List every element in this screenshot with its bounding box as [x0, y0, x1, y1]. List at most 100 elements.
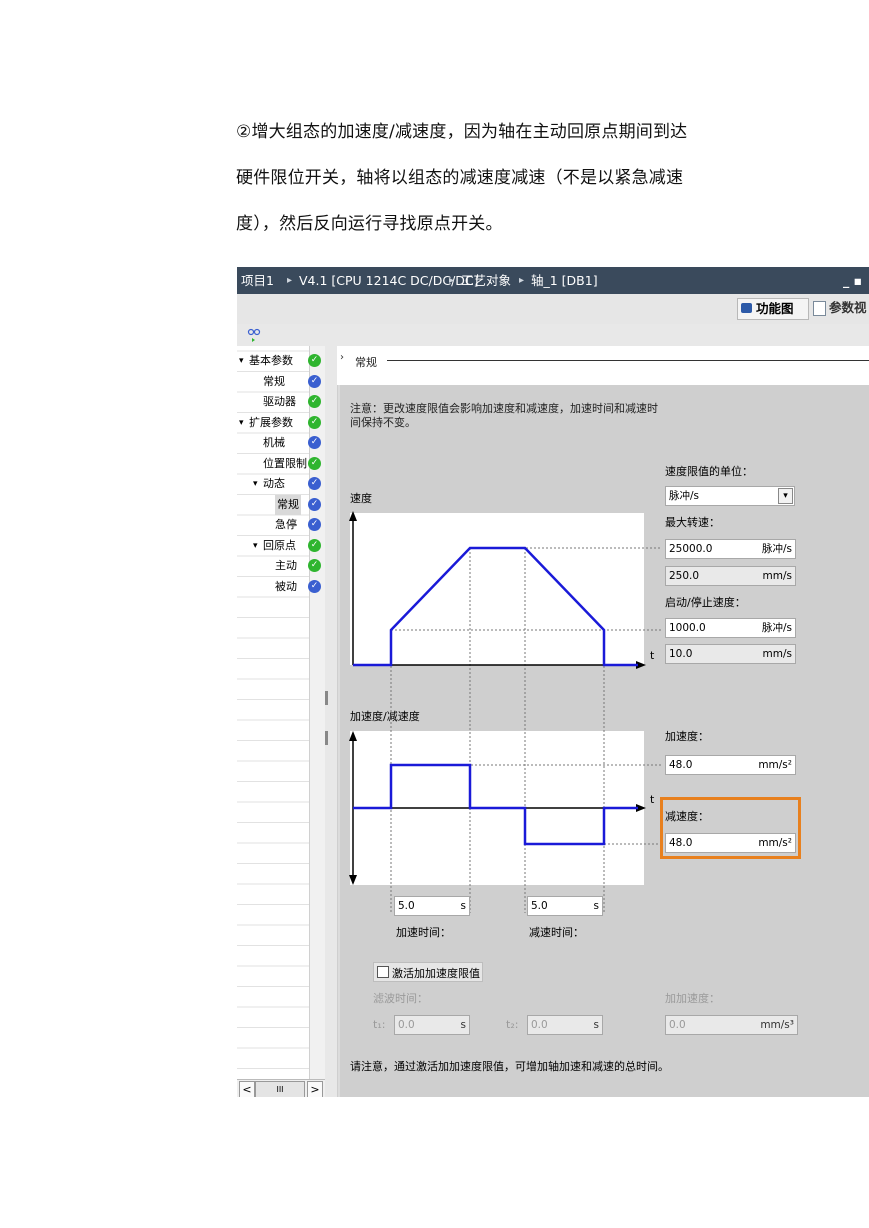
window-controls[interactable]: _ ▪ — [843, 267, 862, 294]
max-speed-unit: 脉冲/s — [761, 543, 792, 555]
expand-arrow-icon[interactable]: ▾ — [253, 536, 258, 556]
max-speed-value: 25000.0 — [669, 543, 713, 555]
chevron-down-icon[interactable]: ▾ — [778, 488, 793, 504]
decel-time-field[interactable]: 5.0 s — [527, 896, 603, 916]
jerk-checkbox[interactable] — [377, 966, 389, 978]
acceleration-field[interactable]: 48.0 mm/s² — [665, 755, 796, 775]
tia-window: 项目1 ▸ V4.1 [CPU 1214C DC/DC/DC] ▸ 工艺对象 ▸… — [237, 267, 869, 1097]
deceleration-value: 48.0 — [669, 837, 693, 849]
check-icon: ✓ — [308, 477, 321, 490]
expand-arrow-icon[interactable]: ▾ — [253, 474, 258, 494]
function-view-tab[interactable]: 功能图 — [737, 298, 809, 320]
nav-item-label: 被动 — [275, 579, 297, 593]
scroll-right-button[interactable]: > — [307, 1081, 323, 1097]
start-stop-speed-value: 1000.0 — [669, 622, 706, 634]
nav-items: ▾ 基本参数 ✓ 常规 ✓ 驱动器 ✓ ▾ 扩展参数 ✓ 机械 ✓ 位置限制 ✓ ▾ 动态 ✓ 常规 ✓ 急停 ✓ ▾ 回原… — [237, 346, 325, 593]
paragraph-line-3: 度），然后反向运行寻找原点开关。 — [236, 214, 503, 234]
nav-item-11[interactable]: 被动 — [237, 577, 307, 597]
nav-item-0[interactable]: ▾ 基本参数 — [237, 351, 307, 371]
nav-item-10[interactable]: 主动 — [237, 556, 307, 576]
nav-item-label: 机械 — [263, 436, 285, 449]
collapse-arrow-icon[interactable] — [325, 691, 328, 705]
start-stop-speed-mm-unit: mm/s — [762, 648, 792, 660]
filter-time-label: 滤波时间： — [373, 992, 428, 1005]
decel-time-unit: s — [593, 900, 599, 912]
accel-t-label: t — [650, 793, 655, 806]
jerk-field: 0.0 mm/s³ — [665, 1015, 798, 1035]
acceleration-value: 48.0 — [669, 759, 693, 771]
nav-item-label: 扩展参数 — [249, 415, 293, 429]
max-speed-field[interactable]: 25000.0 脉冲/s — [665, 539, 796, 559]
t2-value: 0.0 — [531, 1019, 548, 1031]
speed-unit-select[interactable]: 脉冲/s ▾ — [665, 486, 795, 506]
nav-item-label: 急停 — [275, 518, 297, 531]
nav-item-3[interactable]: ▾ 扩展参数 — [237, 413, 307, 433]
breadcrumb-arrow-icon: ▸ — [519, 275, 525, 286]
nav-item-5[interactable]: 位置限制 — [237, 454, 307, 474]
start-stop-speed-unit: 脉冲/s — [761, 622, 792, 634]
footer-note: 请注意，通过激活加加速度限值，可增加轴加速和减速的总时间。 — [350, 1060, 669, 1073]
nav-item-1[interactable]: 常规 — [237, 372, 307, 392]
section-collapse-icon[interactable]: › — [340, 352, 344, 363]
accel-time-field[interactable]: 5.0 s — [394, 896, 470, 916]
check-icon: ✓ — [308, 436, 321, 449]
t1-label: t₁: — [373, 1018, 386, 1031]
deceleration-label: 减速度： — [665, 810, 709, 823]
check-icon: ✓ — [308, 538, 321, 552]
velocity-t-label: t — [650, 649, 655, 662]
max-speed-mm-field: 250.0 mm/s — [665, 566, 796, 586]
nav-item-label: 常规 — [275, 494, 301, 515]
paragraph-line-2: 硬件限位开关，轴将以组态的减速度减速（不是以紧急减速 — [236, 168, 684, 188]
nav-item-8[interactable]: 急停 — [237, 515, 307, 535]
deceleration-field[interactable]: 48.0 mm/s² — [665, 833, 796, 853]
nav-item-6[interactable]: ▾ 动态 — [237, 474, 307, 494]
nav-item-4[interactable]: 机械 — [237, 433, 307, 453]
accel-time-label: 加速时间： — [396, 926, 451, 939]
check-icon: ✓ — [308, 559, 321, 572]
nav-item-9[interactable]: ▾ 回原点 — [237, 536, 307, 556]
param-view-tab[interactable]: 参数视 — [811, 298, 869, 318]
nav-item-label: 主动 — [275, 559, 297, 572]
t1-field: 0.0 s — [394, 1015, 470, 1035]
acceleration-unit: mm/s² — [758, 759, 792, 771]
start-stop-speed-mm-field: 10.0 mm/s — [665, 644, 796, 664]
breadcrumb-axis[interactable]: 轴_1 [DB1] — [531, 267, 598, 294]
expand-arrow-icon[interactable] — [325, 731, 328, 745]
title-bar: 项目1 ▸ V4.1 [CPU 1214C DC/DC/DC] ▸ 工艺对象 ▸… — [237, 267, 869, 294]
nav-item-7[interactable]: 常规 — [237, 494, 307, 515]
jerk-checkbox-row[interactable]: 激活加加速度限值 — [373, 962, 483, 982]
decel-time-value: 5.0 — [531, 900, 548, 912]
param-view-icon — [813, 301, 826, 316]
splitter[interactable] — [325, 346, 338, 1097]
param-view-label: 参数视 — [829, 300, 867, 315]
check-icon: ✓ — [308, 395, 321, 408]
acceleration-label: 加速度： — [665, 730, 709, 743]
breadcrumb-tech-objects[interactable]: 工艺对象 — [461, 267, 511, 294]
breadcrumb-project[interactable]: 项目1 — [241, 267, 274, 294]
expand-arrow-icon[interactable]: ▾ — [239, 351, 244, 371]
scroll-left-button[interactable]: < — [239, 1081, 255, 1097]
decel-time-label: 减速时间： — [529, 926, 584, 939]
deceleration-unit: mm/s² — [758, 837, 792, 849]
nav-item-label: 驱动器 — [263, 395, 296, 408]
paragraph-line-1: ②增大组态的加速度/减速度，因为轴在主动回原点期间到达 — [236, 122, 688, 142]
speed-unit-label: 速度限值的单位： — [665, 465, 753, 478]
nav-item-label: 基本参数 — [249, 354, 293, 367]
toggle-icon[interactable] — [247, 328, 261, 342]
jerk-unit: mm/s³ — [760, 1019, 794, 1031]
start-stop-speed-field[interactable]: 1000.0 脉冲/s — [665, 618, 796, 638]
nav-scrollbar[interactable]: < III > — [237, 1079, 325, 1097]
function-view-label: 功能图 — [756, 301, 794, 316]
scroll-thumb[interactable]: III — [255, 1081, 305, 1097]
check-icon: ✓ — [308, 415, 321, 429]
check-icon: ✓ — [308, 456, 321, 470]
nav-item-label: 动态 — [263, 477, 285, 490]
expand-arrow-icon[interactable]: ▾ — [239, 413, 244, 433]
nav-item-2[interactable]: 驱动器 — [237, 392, 307, 412]
breadcrumb-arrow-icon: ▸ — [287, 275, 293, 286]
start-stop-speed-mm-value: 10.0 — [669, 648, 693, 660]
note-line-2: 间保持不变。 — [350, 416, 416, 429]
velocity-chart-area — [350, 513, 644, 665]
nav-toolbar — [237, 324, 869, 346]
accel-time-value: 5.0 — [398, 900, 415, 912]
